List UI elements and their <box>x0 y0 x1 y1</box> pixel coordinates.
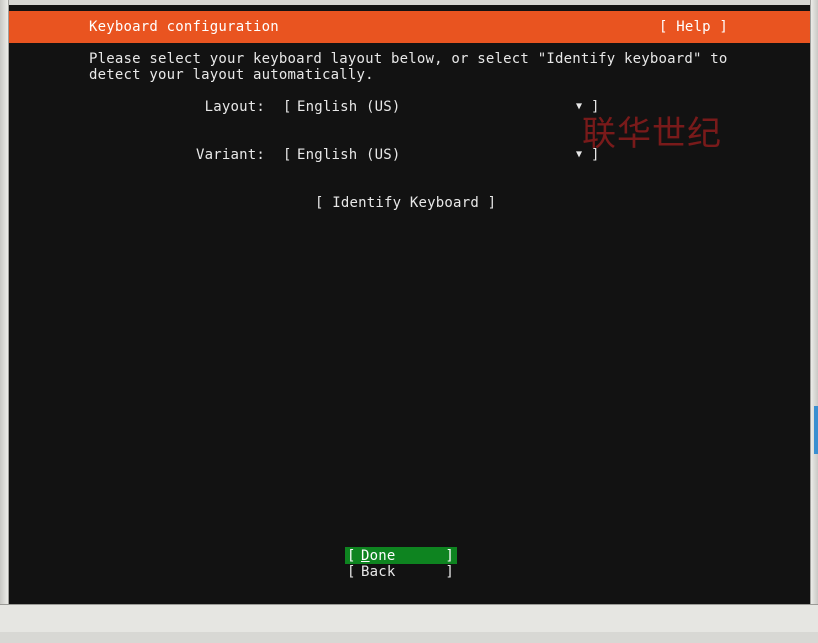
done-label-accelerator: D <box>361 548 370 564</box>
done-label: Done <box>361 548 396 564</box>
intro-line-2: detect your layout automatically. <box>89 67 374 83</box>
variant-select-value: English (US) <box>297 147 401 163</box>
installer-screen: Keyboard configuration [ Help ] Please s… <box>9 0 810 604</box>
back-close-bracket: ] <box>445 564 454 580</box>
done-label-rest: one <box>369 548 396 564</box>
header-bar: Keyboard configuration [ Help ] <box>9 11 810 43</box>
window-frame-left <box>0 0 9 632</box>
variant-select-open-bracket: [ <box>283 147 292 163</box>
page-title: Keyboard configuration <box>89 19 279 35</box>
layout-select[interactable]: [ English (US) ▼ ] <box>283 99 603 117</box>
variant-select[interactable]: [ English (US) ▼ ] <box>283 147 603 165</box>
intro-line-1: Please select your keyboard layout below… <box>89 51 728 67</box>
identify-keyboard-button[interactable]: [ Identify Keyboard ] <box>315 195 496 211</box>
window-frame-bottom <box>0 604 818 632</box>
variant-label: Variant: <box>195 147 265 163</box>
help-button[interactable]: [ Help ] <box>659 19 728 35</box>
layout-select-open-bracket: [ <box>283 99 292 115</box>
back-button[interactable]: [ Back ] <box>345 563 457 580</box>
layout-label: Layout: <box>204 99 265 115</box>
layout-select-value: English (US) <box>297 99 401 115</box>
intro-text: Please select your keyboard layout below… <box>89 51 728 83</box>
screen-top-strip <box>9 0 810 5</box>
done-close-bracket: ] <box>445 548 454 564</box>
window-frame-right <box>810 0 818 632</box>
done-open-bracket: [ <box>347 548 356 564</box>
done-button[interactable]: [ Done ] <box>345 547 457 564</box>
back-label: Back <box>361 564 396 580</box>
watermark-text: 联华世纪 <box>582 114 722 154</box>
scrollbar-thumb[interactable] <box>814 406 818 454</box>
vm-window: Keyboard configuration [ Help ] Please s… <box>0 0 818 632</box>
back-open-bracket: [ <box>347 564 356 580</box>
